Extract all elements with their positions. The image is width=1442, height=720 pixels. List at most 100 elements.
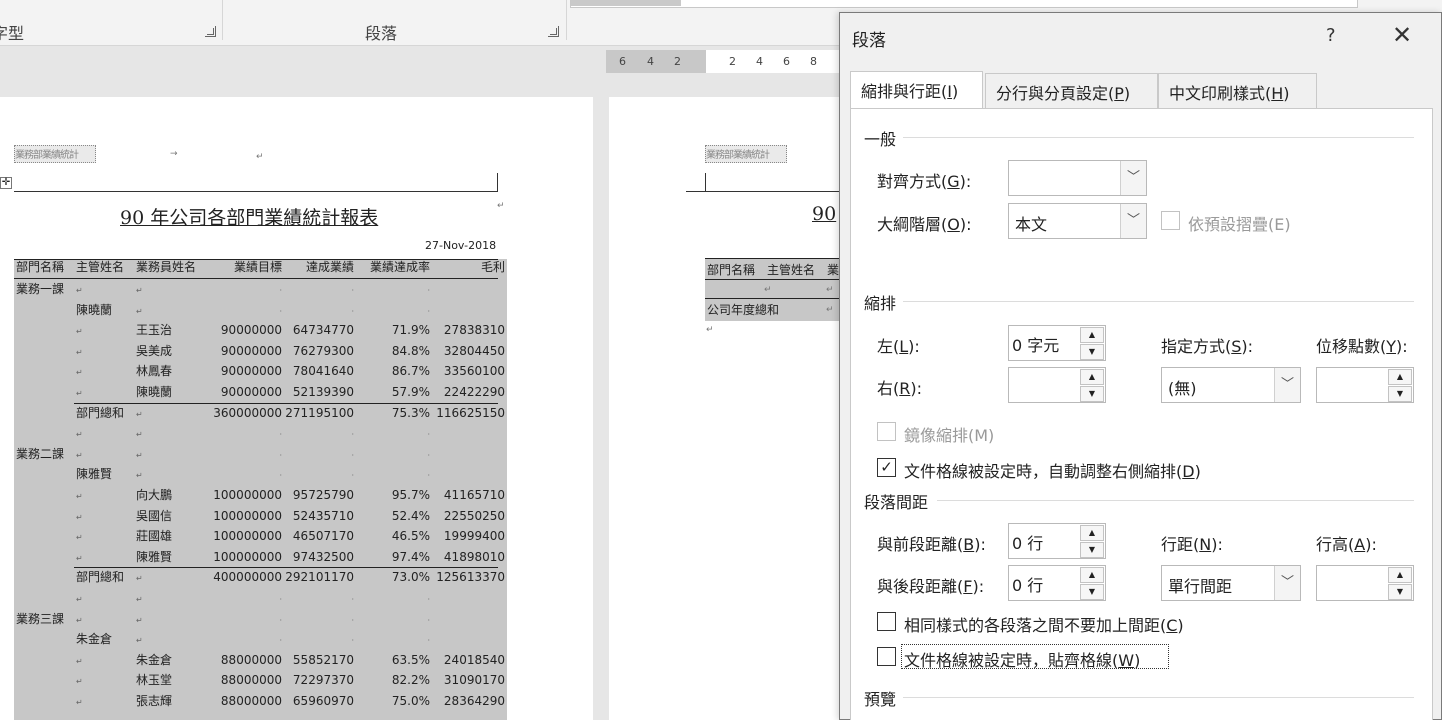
ruler-tick: 6 [783,55,790,68]
column-header: 主管姓名 [76,260,125,274]
table-row[interactable]: ↵ ↵ · · · [14,423,507,443]
table-cell: 116625150 [436,405,505,420]
table-cell: 19999400 [443,529,505,544]
line-spacing-value: 單行間距 [1168,577,1233,596]
collapse-by-default-checkbox[interactable] [1161,211,1180,230]
snap-to-grid-checkbox[interactable] [877,647,896,666]
table-row[interactable]: ↵ 張志輝 88000000 65960970 75.0% 28364290 [14,691,507,711]
tab-accesskey: H [1271,84,1284,103]
table-cell: 22422290 [443,385,505,399]
table-cell: ↵ [136,430,143,440]
table-move-handle-icon[interactable]: ✛ [0,177,12,189]
indent-by-spinner[interactable]: ▲ ▼ [1316,367,1414,403]
table-row[interactable]: ↵ 陳曉蘭 90000000 52139390 57.9% 22422290 [14,382,507,402]
table-cell: · [427,286,430,295]
table-cell: 王玉治 [136,323,173,338]
table-row[interactable]: ↵ 吳國信 100000000 52435710 52.4% 22550250 [14,506,507,526]
tab-asian-typography[interactable]: 中文印刷樣式(H) [1158,73,1317,108]
table-row[interactable]: ↵ 王玉治 90000000 64734770 71.9% 27838310 [14,320,507,340]
table-cell: 82.2% [391,673,430,688]
spin-down-icon[interactable]: ▼ [1080,584,1104,600]
tab-label: 縮排與行距( [861,82,948,101]
table-cell: 57.9% [391,385,430,399]
report-title: 90 年公司各部門業績統計報表 [120,207,379,229]
auto-adjust-right-indent-checkbox[interactable]: ✓ [877,458,896,477]
table-row[interactable]: ↵ 莊國雄 100000000 46507170 46.5% 19999400 [14,526,507,546]
spin-up-icon[interactable]: ▲ [1080,567,1104,583]
spacing-before-spinner[interactable]: 0 行 ▲ ▼ [1008,523,1106,559]
spin-up-icon[interactable]: ▲ [1080,369,1104,385]
table-row[interactable]: ↵ 陳雅賢 100000000 97432500 97.4% 41898010 [14,547,507,567]
mirror-indents-checkbox[interactable] [877,422,896,441]
close-button[interactable]: ✕ [1392,23,1412,47]
table-cell: 陳雅賢 [76,467,113,482]
table-cell: 90000000 [220,385,282,399]
spin-down-icon[interactable]: ▼ [1080,542,1104,558]
table-cell: ↵ [136,409,143,419]
table-row[interactable]: ↵ 吳美成 90000000 76279300 84.8% 32804450 [14,341,507,361]
table-row[interactable]: 部門總和 ↵ 360000000 271195100 75.3% 116625150 [14,403,507,423]
tab-indents-and-spacing[interactable]: 縮排與行距(I) [850,71,983,109]
indent-left-spinner[interactable]: 0 字元 ▲ ▼ [1008,325,1106,361]
table-cell: ↵ [76,368,83,378]
table-cell: ↵ [76,533,83,543]
help-button[interactable]: ? [1326,25,1336,46]
table-row[interactable]: ↵ 林鳳春 90000000 78041640 86.7% 33560100 [14,361,507,381]
section-indentation-heading: 縮排 [864,294,897,313]
outline-level-label: 大綱階層(O): [877,215,972,234]
table-cell: ↵ [136,595,143,604]
table-row[interactable]: 業務二課 ↵ ↵ · · · [14,444,507,464]
table-row[interactable]: 業務三課 ↵ ↵ · · · [14,609,507,629]
special-indent-select[interactable]: (無) ﹀ [1161,367,1301,403]
table-cell: 100000000 [213,549,282,564]
paragraph-dialog-launcher-icon[interactable] [548,26,559,37]
table-cell: · [279,595,282,604]
document-page-right[interactable]: 業務部業績統計 90 部門名稱 主管姓名 業 ↵ ↵ 公司年度總和 ↵ ↵ [609,97,849,720]
section-divider [903,137,1414,138]
spin-down-icon[interactable]: ▼ [1080,344,1104,360]
alignment-select[interactable]: ﹀ [1008,160,1147,196]
spin-up-icon[interactable]: ▲ [1388,567,1412,583]
table-cell: · [427,615,430,625]
paragraph-mark-icon: ↵ [706,325,714,335]
spacing-after-spinner[interactable]: 0 行 ▲ ▼ [1008,565,1106,601]
table-cell: · [351,636,354,646]
indent-right-spinner[interactable]: ▲ ▼ [1008,367,1106,403]
horizontal-ruler[interactable]: 6 4 2 2 4 6 8 [606,50,846,73]
table-row[interactable]: 陳曉蘭 ↵ · · · [14,300,507,320]
table-row[interactable]: ↵ ↵ · · · [14,588,507,608]
spin-down-icon[interactable]: ▼ [1388,386,1412,402]
table-cell: 75.0% [391,694,430,708]
spin-up-icon[interactable]: ▲ [1080,327,1104,343]
styles-gallery-scroll[interactable] [570,0,1358,8]
table-cell: 陳雅賢 [136,549,173,564]
line-spacing-select[interactable]: 單行間距 ﹀ [1161,565,1301,601]
table-cell: 65960970 [292,694,354,708]
table-row[interactable]: ↵ 向大鵬 100000000 95725790 95.7% 41165710 [14,485,507,505]
table-row[interactable]: ↵ 朱金倉 88000000 55852170 63.5% 24018540 [14,650,507,670]
tab-line-and-page-breaks[interactable]: 分行與分頁設定(P) [985,73,1158,108]
spin-up-icon[interactable]: ▲ [1080,525,1104,541]
table-cell: 業務一課 [16,282,65,296]
outline-level-select[interactable]: 本文 ﹀ [1008,203,1147,239]
table-cell: 32804450 [443,343,505,358]
table-row[interactable]: 部門總和 ↵ 400000000 292101170 73.0% 125613370 [14,567,507,587]
line-spacing-at-spinner[interactable]: ▲ ▼ [1316,565,1414,601]
spin-down-icon[interactable]: ▼ [1388,584,1412,600]
table-cell: ↵ [76,286,83,295]
table-cell: 88000000 [220,652,282,667]
table-cell: 向大鵬 [136,488,173,502]
spin-down-icon[interactable]: ▼ [1080,386,1104,402]
alignment-label: 對齊方式(G): [877,172,972,191]
document-page-left[interactable]: 業務部業績統計 → ↵ ✛ 90 年公司各部門業績統計報表 ↵ 27-Nov-2… [0,97,593,720]
spin-up-icon[interactable]: ▲ [1388,369,1412,385]
table-cell: · [351,450,354,460]
font-dialog-launcher-icon[interactable] [205,26,216,37]
table-row[interactable]: ↵ 林玉堂 88000000 72297370 82.2% 31090170 [14,670,507,690]
table-row[interactable]: 朱金倉 ↵ · · · [14,629,507,649]
table-cell: 林鳳春 [136,364,173,379]
no-space-same-style-checkbox[interactable] [877,612,896,631]
tab-panel: 一般 對齊方式(G): ﹀ 大綱階層(O): 本文 ﹀ 依預設摺疊(E) 縮排 左… [850,108,1433,720]
table-row[interactable]: 陳雅賢 ↵ · · · [14,464,507,484]
table-row[interactable]: 業務一課 ↵ ↵ · · · [14,279,507,299]
